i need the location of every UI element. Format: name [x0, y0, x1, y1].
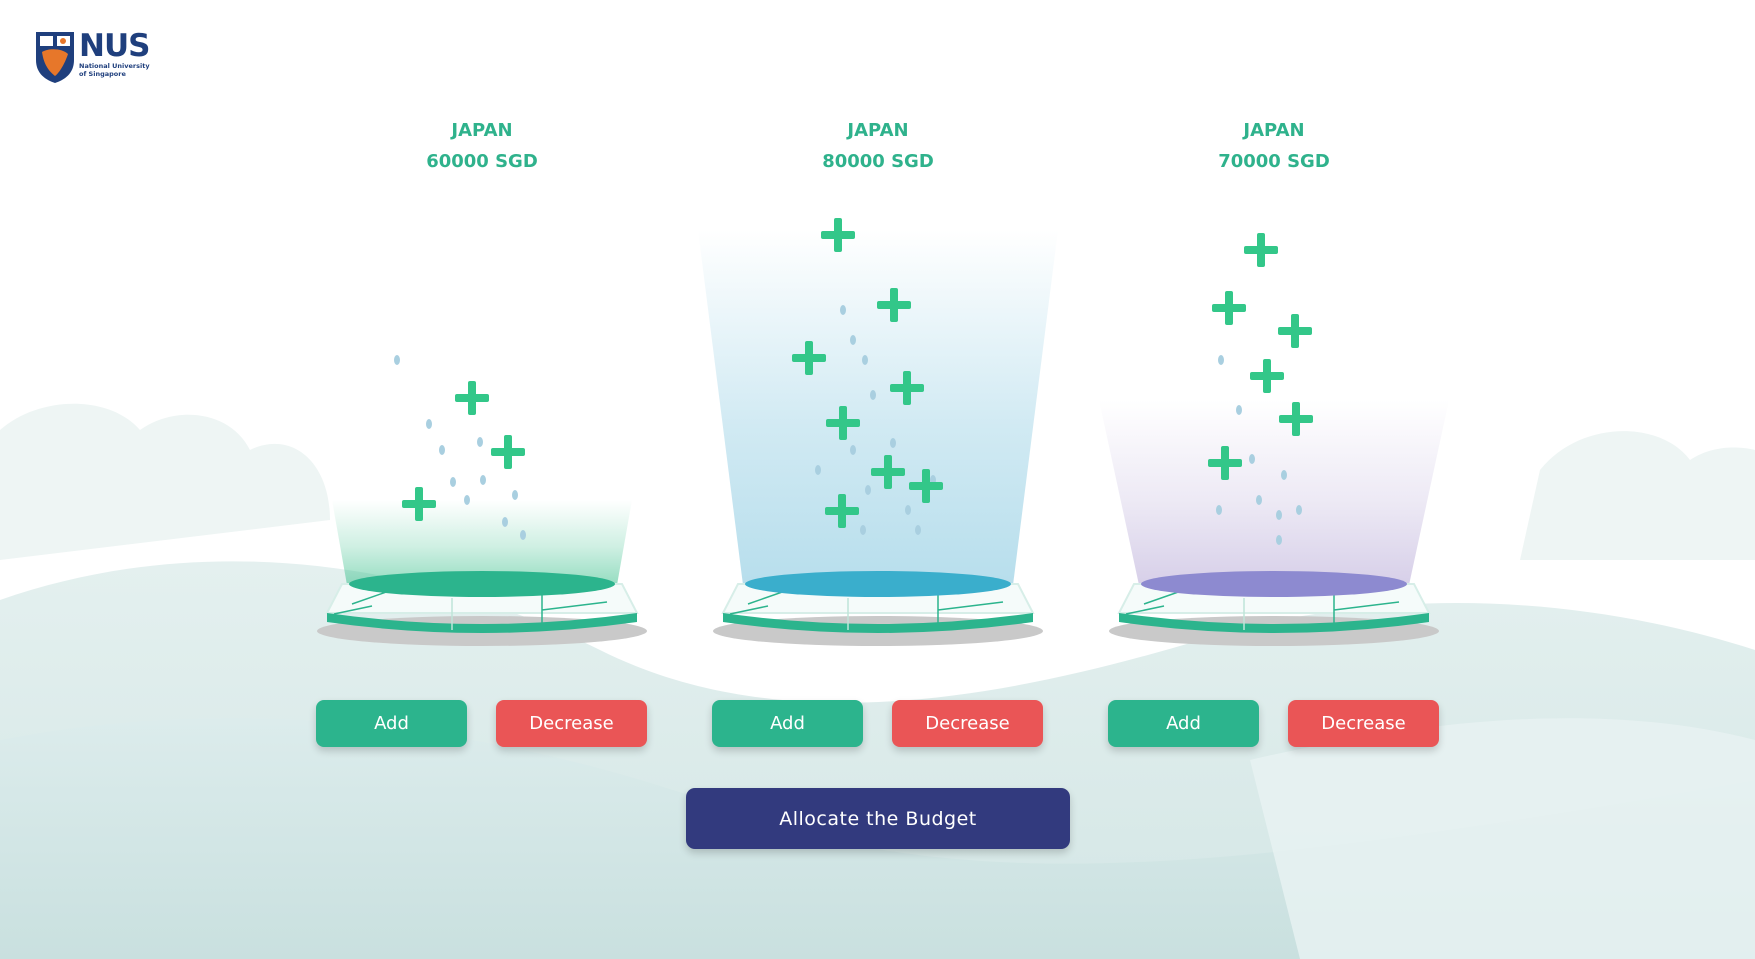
station-2-amount: 80000 SGD — [822, 151, 934, 172]
bubble-dot — [850, 445, 856, 455]
station-2-pedestal — [693, 210, 1063, 660]
bubble-dot — [502, 517, 508, 527]
plus-icon — [1250, 359, 1284, 393]
station-2-country: JAPAN — [847, 120, 909, 141]
bubble-dot — [1281, 470, 1287, 480]
bubble-dot — [860, 525, 866, 535]
station-1-amount: 60000 SGD — [426, 151, 538, 172]
pedestal-illustration — [698, 218, 1058, 646]
bubble-dot — [520, 530, 526, 540]
plus-icon — [491, 435, 525, 469]
allocate-budget-button[interactable]: Allocate the Budget — [686, 788, 1070, 849]
bubble-dot — [1276, 535, 1282, 545]
bubble-dot — [426, 419, 432, 429]
bubble-dot — [450, 477, 456, 487]
bubble-dot — [870, 390, 876, 400]
plus-icon — [455, 381, 489, 415]
nus-crest-icon — [36, 32, 74, 83]
bubble-dot — [480, 475, 486, 485]
bubble-dot — [862, 355, 868, 365]
bubble-dot — [890, 438, 896, 448]
station-1-pedestal — [297, 210, 667, 660]
pedestal-illustration — [1099, 233, 1449, 646]
station-1-add-button[interactable]: Add — [316, 700, 467, 747]
logo-wordmark: NUS — [79, 28, 150, 64]
station-1-country: JAPAN — [451, 120, 513, 141]
plus-icon — [1244, 233, 1278, 267]
bubble-dot — [850, 335, 856, 345]
bubble-dot — [915, 525, 921, 535]
station-1-decrease-button[interactable]: Decrease — [496, 700, 647, 747]
bubble-dot — [1296, 505, 1302, 515]
logo-line-2: of Singapore — [79, 70, 126, 78]
bubble-dot — [1236, 405, 1242, 415]
bubble-dot — [1276, 510, 1282, 520]
bubble-dot — [1249, 454, 1255, 464]
station-2-add-button[interactable]: Add — [712, 700, 863, 747]
bubble-dot — [1218, 355, 1224, 365]
bubble-dot — [815, 465, 821, 475]
station-3-decrease-button[interactable]: Decrease — [1288, 700, 1439, 747]
bubble-dot — [512, 490, 518, 500]
station-3-add-button[interactable]: Add — [1108, 700, 1259, 747]
pedestal-illustration — [317, 355, 647, 646]
bubble-dot — [840, 305, 846, 315]
logo-line-1: National University — [79, 62, 150, 70]
bubble-dot — [477, 437, 483, 447]
bubble-dot — [1256, 495, 1262, 505]
station-2-decrease-button[interactable]: Decrease — [892, 700, 1043, 747]
station-3-amount: 70000 SGD — [1218, 151, 1330, 172]
bubble-dot — [394, 355, 400, 365]
bubble-dot — [905, 505, 911, 515]
station-3-pedestal — [1089, 210, 1459, 660]
bubble-dot — [1216, 505, 1222, 515]
bubble-dot — [865, 485, 871, 495]
nus-logo: NUS National University of Singapore — [34, 30, 154, 88]
plus-icon — [1278, 314, 1312, 348]
bubble-dot — [464, 495, 470, 505]
bubble-dot — [439, 445, 445, 455]
station-3-country: JAPAN — [1243, 120, 1305, 141]
plus-icon — [1212, 291, 1246, 325]
